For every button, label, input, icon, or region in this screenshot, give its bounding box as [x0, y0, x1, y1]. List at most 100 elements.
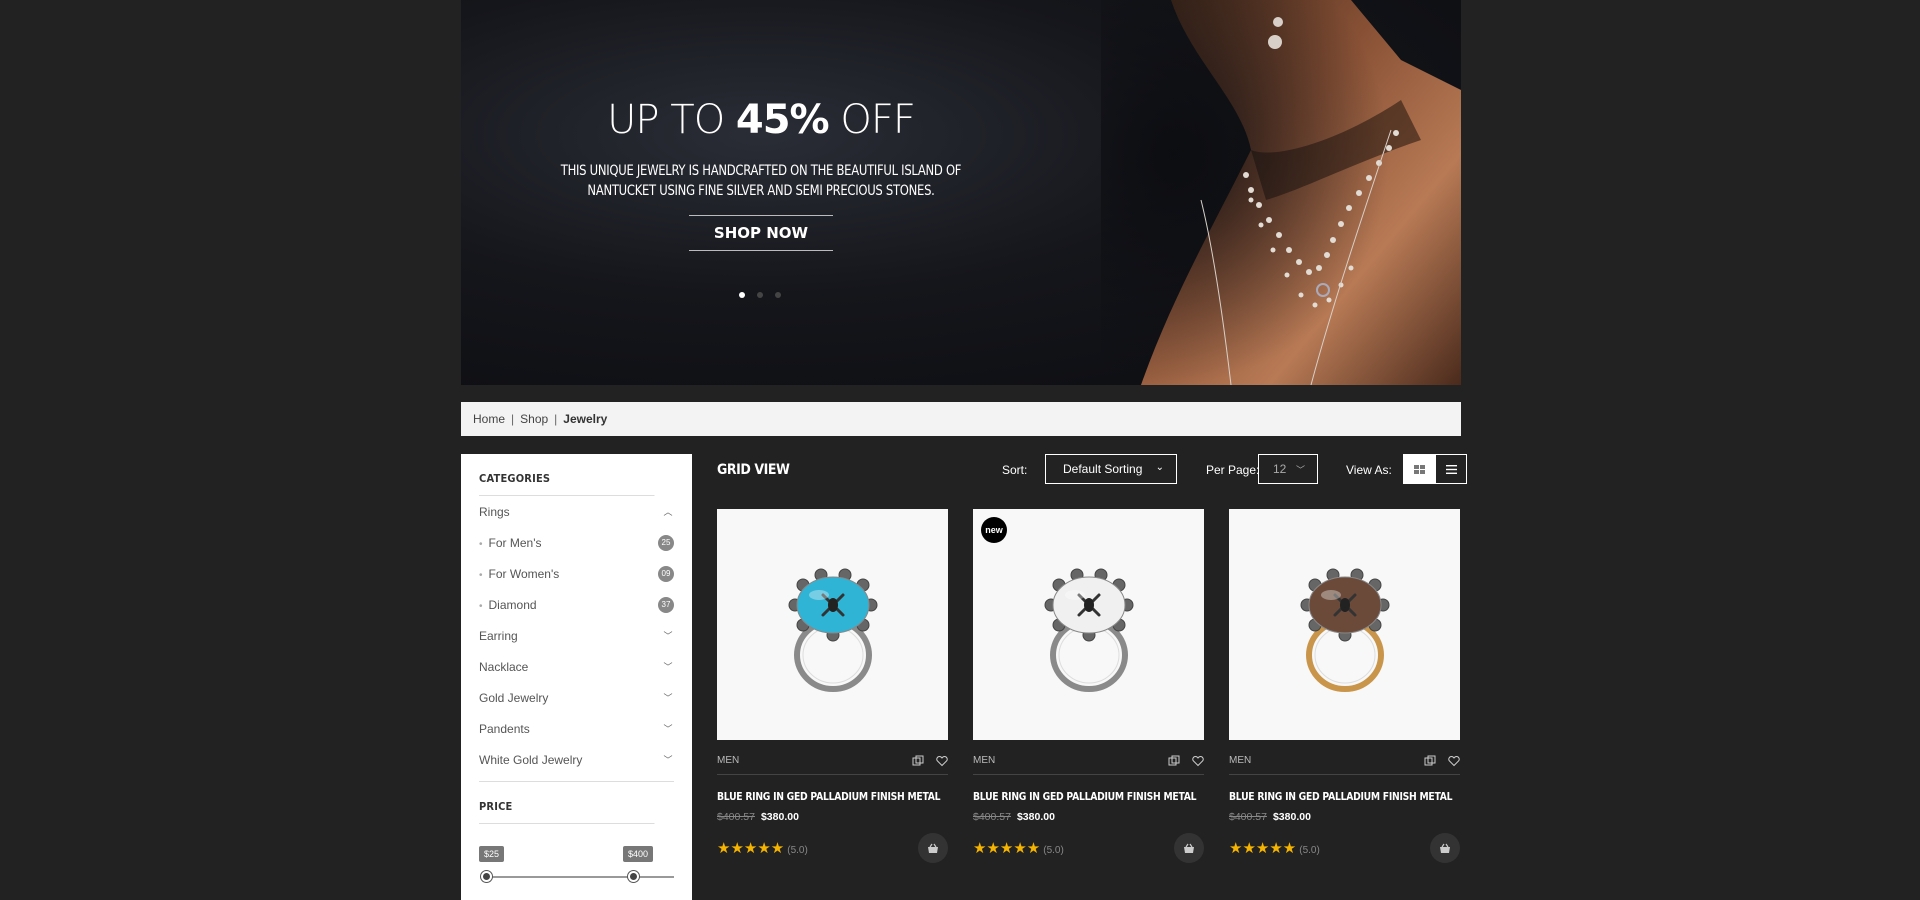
product-card: MEN BLUE RING IN GED PALLADIUM FINISH ME… [1229, 509, 1460, 863]
product-image[interactable] [1229, 509, 1460, 740]
product-name[interactable]: BLUE RING IN GED PALLADIUM FINISH METAL [1229, 791, 1453, 803]
category-label: Rings [479, 504, 510, 519]
category-nacklace[interactable]: Nacklace ﹀ [479, 651, 674, 682]
compare-icon[interactable] [1424, 755, 1436, 767]
product-category: MEN [1229, 755, 1252, 766]
rating-row: ★★★★★ (5.0) [1229, 833, 1460, 863]
count-badge: 09 [658, 565, 674, 582]
category-label: White Gold Jewelry [479, 752, 583, 767]
ring-image [1300, 568, 1389, 692]
product-card: new MEN BLUE RING IN GED PALLADIUM FINIS… [973, 509, 1204, 863]
hero-content: UP TO 45% OFF THIS UNIQUE JEWELRY IS HAN… [501, 95, 1021, 251]
heart-icon[interactable] [936, 755, 948, 767]
rating-value: (5.0) [1299, 844, 1320, 856]
basket-icon [1440, 843, 1450, 853]
product-name[interactable]: BLUE RING IN GED PALLADIUM FINISH METAL [717, 791, 941, 803]
product-prices: $400.57 $380.00 [1229, 811, 1460, 823]
breadcrumb-shop[interactable]: Shop [520, 412, 548, 426]
category-rings[interactable]: Rings ︿ [479, 496, 674, 527]
hero-title-pre: UP TO [607, 97, 725, 143]
slider-dot-3[interactable] [775, 292, 781, 298]
per-page-select[interactable]: 12 ﹀ [1258, 454, 1318, 484]
rating: ★★★★★ (5.0) [1229, 839, 1320, 858]
subcategory-item[interactable]: For Women's 09 [479, 558, 674, 589]
product-meta: MEN [973, 753, 1204, 775]
breadcrumb-home[interactable]: Home [473, 412, 505, 426]
sidebar: CATEGORIES Rings ︿ For Men's 25 For Wome… [461, 454, 692, 900]
product-prices: $400.57 $380.00 [717, 811, 948, 823]
product-card: MEN BLUE RING IN GED PALLADIUM FINISH ME… [717, 509, 948, 863]
count-badge: 37 [658, 596, 674, 613]
rating-value: (5.0) [1043, 844, 1064, 856]
list-icon [1445, 464, 1457, 474]
product-actions [912, 755, 948, 767]
price-max-handle[interactable] [628, 871, 639, 882]
chevron-down-icon: ﹀ [1295, 465, 1305, 475]
price-track [483, 876, 674, 878]
compare-icon[interactable] [1168, 755, 1180, 767]
hero-subtitle-line1: THIS UNIQUE JEWELRY IS HANDCRAFTED ON TH… [560, 163, 962, 179]
heart-icon[interactable] [1192, 755, 1204, 767]
model-photo [1101, 0, 1461, 385]
category-gold-jewelry[interactable]: Gold Jewelry ﹀ [479, 682, 674, 713]
chevron-down-icon: ﹀ [663, 662, 673, 672]
add-to-cart-button[interactable] [1430, 833, 1460, 863]
hero-subtitle-line2: NANTUCKET USING FINE SILVER AND SEMI PRE… [587, 183, 935, 199]
grid-icon [1413, 464, 1425, 474]
product-meta: MEN [717, 753, 948, 775]
product-grid: MEN BLUE RING IN GED PALLADIUM FINISH ME… [717, 509, 1460, 863]
category-list: Rings ︿ For Men's 25 For Women's 09 Diam… [479, 496, 674, 782]
hero-title-post: OFF [840, 97, 915, 143]
heart-icon[interactable] [1448, 755, 1460, 767]
subcategory-item[interactable]: For Men's 25 [479, 527, 674, 558]
rating: ★★★★★ (5.0) [973, 839, 1064, 858]
rating-row: ★★★★★ (5.0) [973, 833, 1204, 863]
product-image[interactable] [717, 509, 948, 740]
product-actions [1424, 755, 1460, 767]
rating-row: ★★★★★ (5.0) [717, 833, 948, 863]
current-price: $380.00 [1272, 811, 1311, 823]
basket-icon [1184, 843, 1194, 853]
slider-dot-1[interactable] [739, 292, 745, 298]
add-to-cart-button[interactable] [918, 833, 948, 863]
category-earring[interactable]: Earring ﹀ [479, 620, 674, 651]
per-page-label: Per Page: [1206, 463, 1260, 477]
category-pandents[interactable]: Pandents ﹀ [479, 713, 674, 744]
chevron-down-icon: ﹀ [663, 724, 673, 734]
breadcrumb: Home | Shop | Jewelry [461, 402, 1461, 436]
breadcrumb-separator: | [554, 412, 558, 426]
category-white-gold-jewelry[interactable]: White Gold Jewelry ﹀ [479, 744, 674, 775]
product-image[interactable]: new [973, 509, 1204, 740]
hero-title-bold: 45% [735, 97, 830, 143]
star-rating-icon: ★★★★★ [1229, 839, 1297, 857]
price-range-slider[interactable]: $25 $400 [479, 846, 674, 894]
list-view-button[interactable] [1435, 454, 1467, 484]
product-name[interactable]: BLUE RING IN GED PALLADIUM FINISH METAL [973, 791, 1197, 803]
shop-now-button[interactable]: SHOP NOW [688, 215, 834, 251]
price-heading: PRICE [479, 800, 655, 824]
grid-view-button[interactable] [1403, 454, 1435, 484]
basket-icon [928, 843, 938, 853]
chevron-down-icon: ﹀ [663, 693, 673, 703]
old-price: $400.57 [973, 811, 1011, 823]
compare-icon[interactable] [912, 755, 924, 767]
subcategory-item[interactable]: Diamond 37 [479, 589, 674, 620]
sort-select[interactable]: Default Sorting ⌄ [1045, 454, 1177, 484]
subcategory-label: For Men's [479, 536, 542, 550]
sort-label: Sort: [1002, 463, 1028, 477]
categories-heading: CATEGORIES [479, 472, 655, 496]
ring-image [1044, 568, 1133, 692]
old-price: $400.57 [1229, 811, 1267, 823]
count-badge: 25 [658, 534, 674, 551]
hero-title: UP TO 45% OFF [501, 95, 1021, 145]
breadcrumb-current: Jewelry [563, 412, 608, 426]
category-label: Pandents [479, 721, 530, 736]
current-price: $380.00 [760, 811, 799, 823]
chevron-down-icon: ﹀ [663, 755, 673, 765]
add-to-cart-button[interactable] [1174, 833, 1204, 863]
category-label: Gold Jewelry [479, 690, 549, 705]
slider-dot-2[interactable] [757, 292, 763, 298]
chevron-up-icon: ︿ [663, 507, 673, 517]
price-min-handle[interactable] [481, 871, 492, 882]
category-label: Earring [479, 628, 518, 643]
